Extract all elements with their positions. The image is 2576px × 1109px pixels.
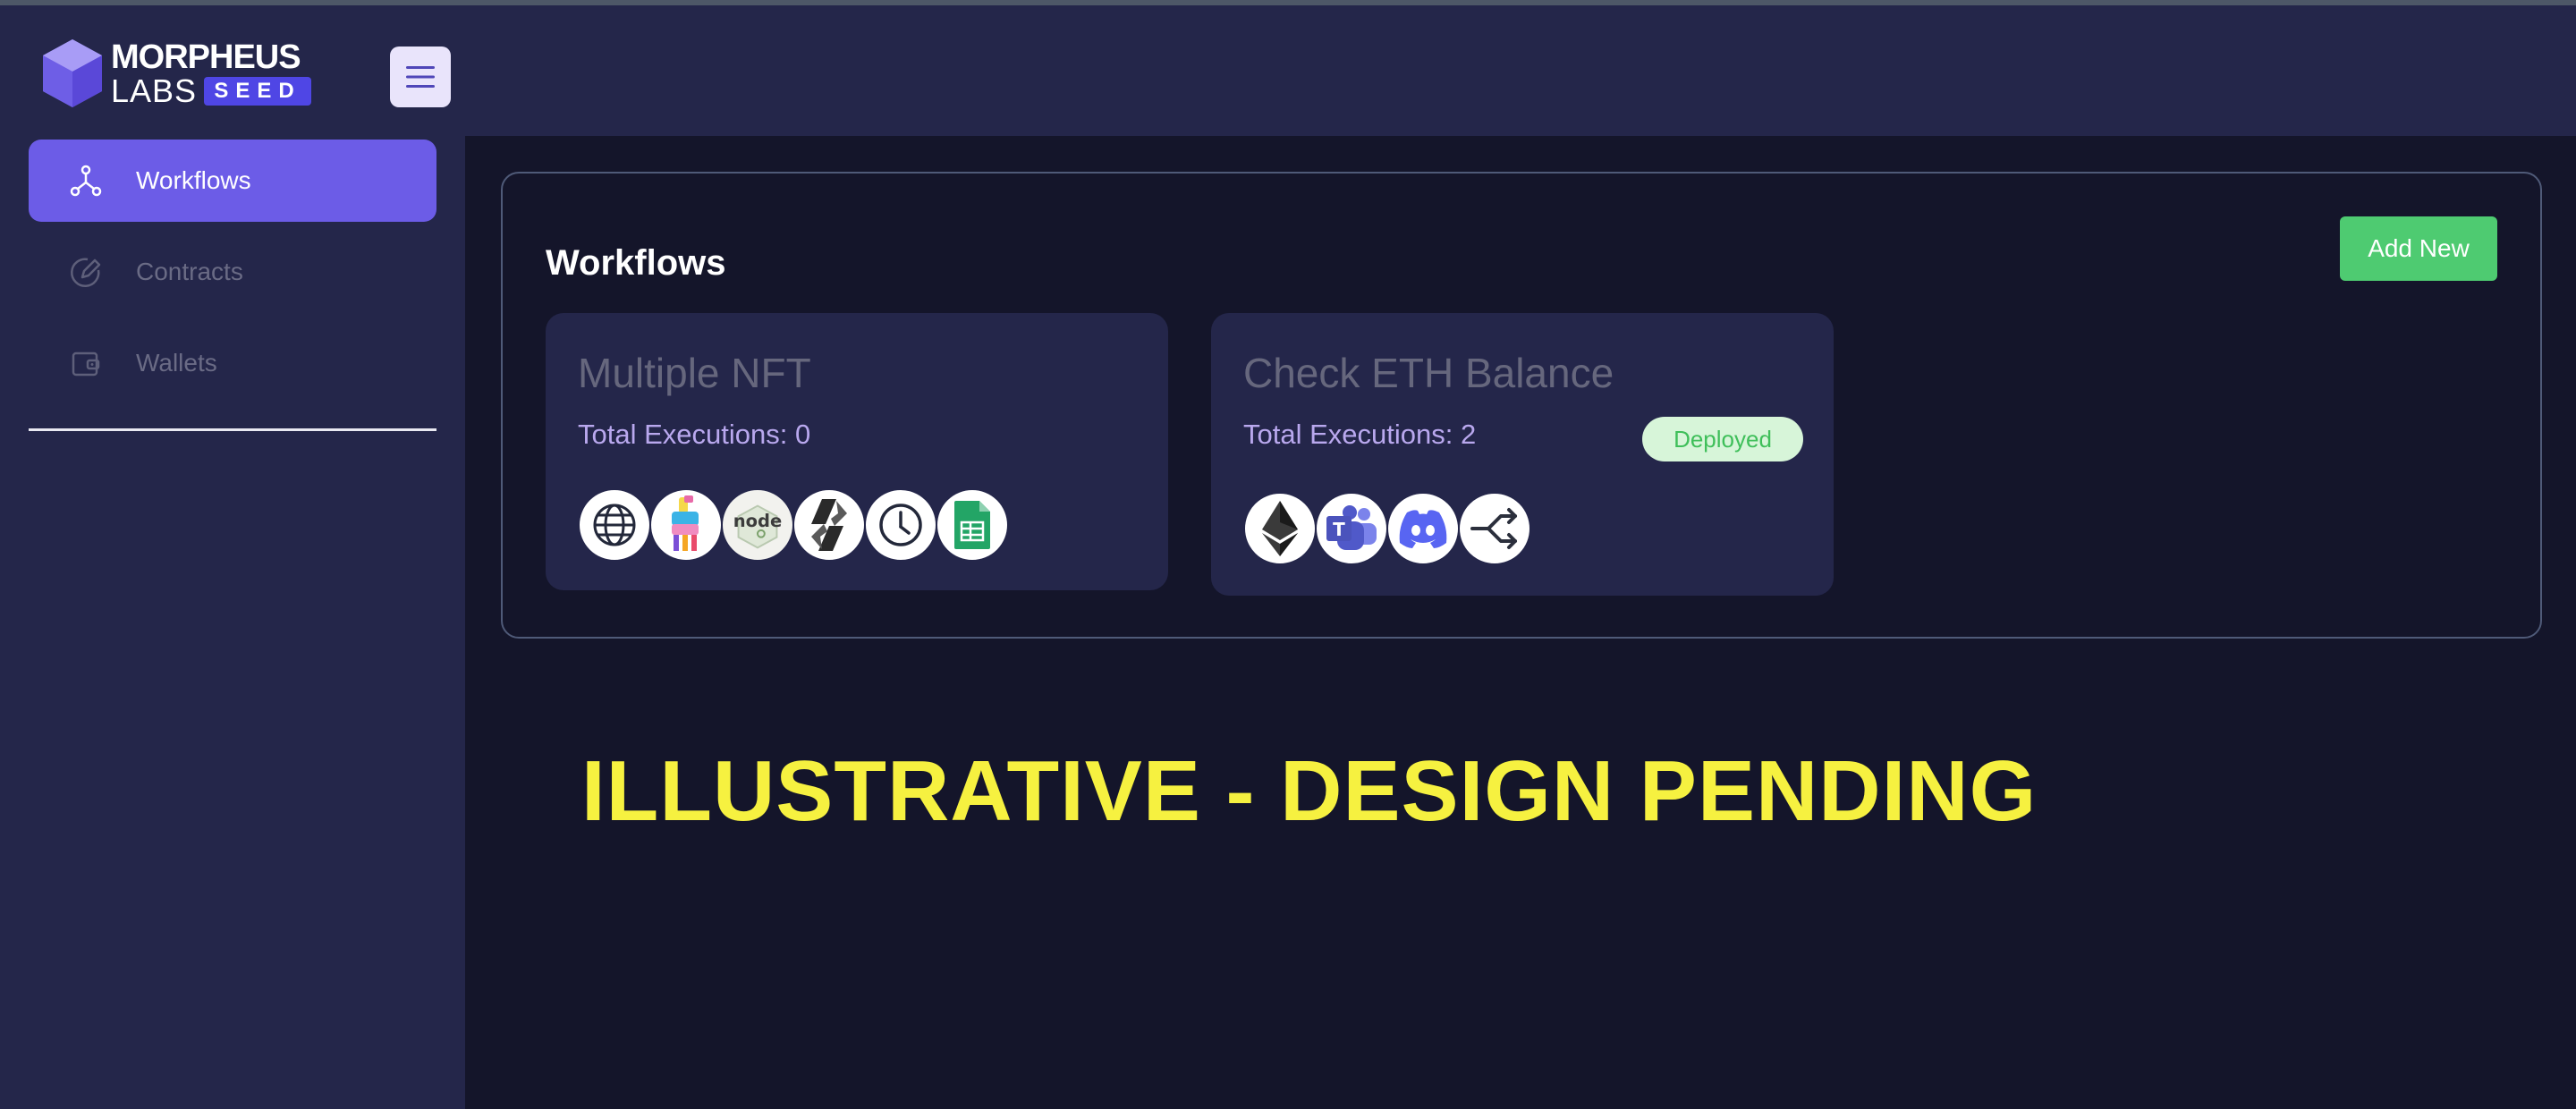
workflow-name: Check ETH Balance [1243,350,1614,396]
workflow-executions: Total Executions: 2 [1243,419,1477,450]
chainlink-icon [792,488,866,562]
pencil-circle-icon [71,258,101,287]
discord-icon [1386,492,1460,565]
pinata-icon [649,488,723,562]
status-badge: Deployed [1642,417,1803,461]
brand-name-line1: MORPHEUS [111,38,301,76]
sidebar: Workflows Contracts Wallets [0,136,465,1109]
svg-text:node: node [733,511,782,531]
workflow-card-multiple-nft[interactable]: Multiple NFT Total Executions: 0 node [546,313,1168,590]
sidebar-item-wallets[interactable]: Wallets [29,322,436,404]
workflows-panel: Workflows Add New Multiple NFT Total Exe… [501,172,2542,639]
split-arrows-icon [1458,492,1531,565]
google-sheets-icon [936,488,1009,562]
ethereum-icon [1243,492,1317,565]
brand-name-line2: LABS [111,72,198,109]
brand-logo[interactable]: MORPHEUS LABS SEED [41,38,327,113]
workflow-executions: Total Executions: 0 [578,419,811,450]
sidebar-item-contracts[interactable]: Contracts [29,231,436,313]
sidebar-item-label: Wallets [136,349,217,377]
hamburger-menu-icon [406,66,435,88]
clock-icon [864,488,937,562]
workflow-nodes-icon [70,165,102,197]
nodejs-icon: node [721,488,794,562]
sidebar-item-label: Contracts [136,258,243,285]
sidebar-item-workflows[interactable]: Workflows [29,140,436,222]
add-new-button[interactable]: Add New [2340,216,2497,281]
logo-cube-icon [43,39,102,107]
wallet-icon [72,351,100,377]
top-header: MORPHEUS LABS SEED [0,5,2576,136]
menu-toggle-button[interactable] [390,47,451,107]
design-pending-watermark: ILLUSTRATIVE - DESIGN PENDING [581,743,2038,839]
page-title: Workflows [546,243,726,283]
workflow-name: Multiple NFT [578,350,811,396]
microsoft-teams-icon: T [1315,492,1388,565]
brand-seed-badge: SEED [204,77,311,106]
sidebar-item-label: Workflows [136,166,251,194]
globe-icon [578,488,651,562]
sidebar-divider [29,428,436,431]
svg-text:T: T [1333,519,1345,540]
workflow-card-check-eth-balance[interactable]: Check ETH Balance Total Executions: 2 De… [1211,313,1834,596]
